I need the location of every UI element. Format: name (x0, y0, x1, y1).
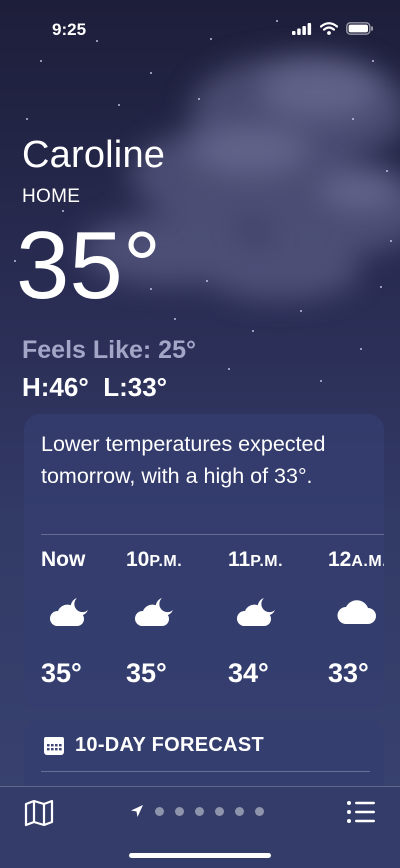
hourly-item: Now 35° (41, 548, 137, 698)
hour-time: 11P.M. (228, 548, 284, 571)
status-icons (292, 22, 374, 35)
page-dot[interactable] (235, 806, 244, 816)
current-temperature: 35° (16, 212, 162, 319)
page-dot[interactable] (215, 806, 224, 816)
high-low-text: H:46° L:33° (22, 372, 168, 402)
calendar-icon (44, 736, 64, 755)
battery-icon (346, 22, 373, 35)
location-arrow-icon (131, 805, 143, 817)
ten-day-title: 10-DAY FORECAST (75, 734, 264, 756)
hour-time: 12A.M. (328, 548, 384, 571)
cloud-moon-icon (236, 598, 275, 626)
map-icon[interactable] (24, 799, 54, 827)
home-indicator[interactable] (129, 853, 271, 858)
forecast-summary: Lower temperatures expected tomorrow, wi… (41, 432, 326, 488)
hourly-item: 11P.M. 34° (228, 548, 324, 698)
hour-temperature: 35° (126, 658, 167, 688)
cellular-signal-icon (292, 22, 312, 35)
location-subtitle: HOME (22, 186, 81, 207)
cloud-moon-icon (49, 598, 88, 626)
hourly-forecast-card[interactable]: Lower temperatures expected tomorrow, wi… (24, 414, 384, 710)
city-name: Caroline (22, 134, 166, 176)
hour-time: 10P.M. (126, 548, 183, 571)
page-dot[interactable] (175, 806, 184, 816)
page-dot[interactable] (155, 806, 164, 816)
page-dot[interactable] (255, 806, 264, 816)
cloud-moon-icon (134, 598, 173, 626)
cloud-icon (337, 600, 376, 624)
card-divider (41, 534, 384, 535)
hourly-item: 12A.M. 33° (328, 548, 384, 698)
hour-temperature: 35° (41, 658, 82, 688)
page-indicator[interactable] (130, 804, 264, 818)
status-time: 9:25 (52, 20, 87, 39)
page-dot[interactable] (195, 806, 204, 816)
wifi-icon (320, 22, 338, 35)
hourly-item: 10P.M. 35° (126, 548, 222, 698)
status-bar: 9:25 (0, 0, 400, 56)
ten-day-header: 10-DAY FORECAST (43, 734, 264, 757)
hour-time: Now (41, 548, 86, 571)
hour-temperature: 33° (328, 658, 369, 688)
list-icon[interactable] (346, 799, 376, 825)
card-divider (41, 771, 370, 772)
feels-like-text: Feels Like: 25° (22, 336, 196, 364)
hour-temperature: 34° (228, 658, 269, 688)
